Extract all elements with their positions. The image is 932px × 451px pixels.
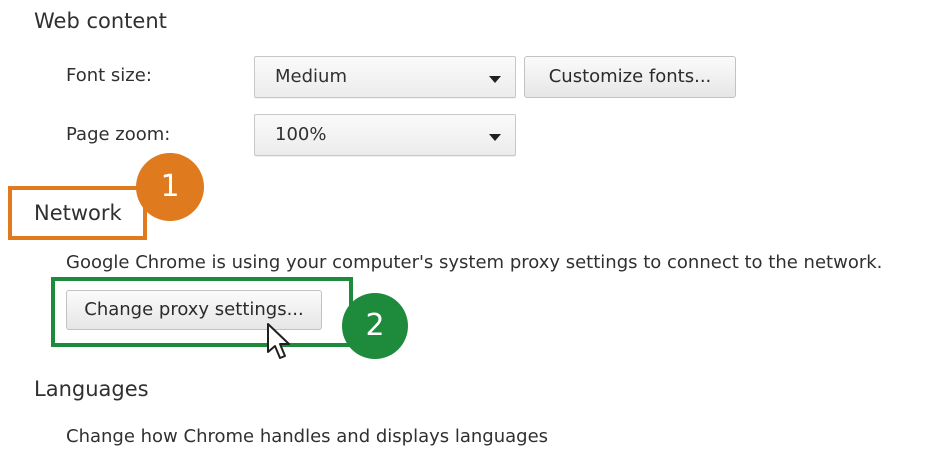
page-zoom-value: 100% xyxy=(275,124,327,145)
proxy-description: Google Chrome is using your computer's s… xyxy=(66,252,883,273)
page-zoom-select[interactable]: 100% xyxy=(254,114,516,156)
web-content-heading: Web content xyxy=(34,9,167,33)
languages-description: Change how Chrome handles and displays l… xyxy=(66,426,549,447)
page-zoom-label: Page zoom: xyxy=(66,124,171,145)
font-size-value: Medium xyxy=(275,66,347,87)
step-1-badge: 1 xyxy=(136,153,204,221)
customize-fonts-button[interactable]: Customize fonts... xyxy=(524,56,736,98)
mouse-pointer-icon xyxy=(267,323,290,359)
chevron-down-icon xyxy=(489,76,501,83)
font-size-label: Font size: xyxy=(66,65,152,86)
step-2-badge: 2 xyxy=(342,293,408,359)
network-heading: Network xyxy=(34,201,122,225)
chevron-down-icon xyxy=(489,134,501,141)
languages-heading: Languages xyxy=(34,377,149,401)
font-size-select[interactable]: Medium xyxy=(254,56,516,98)
